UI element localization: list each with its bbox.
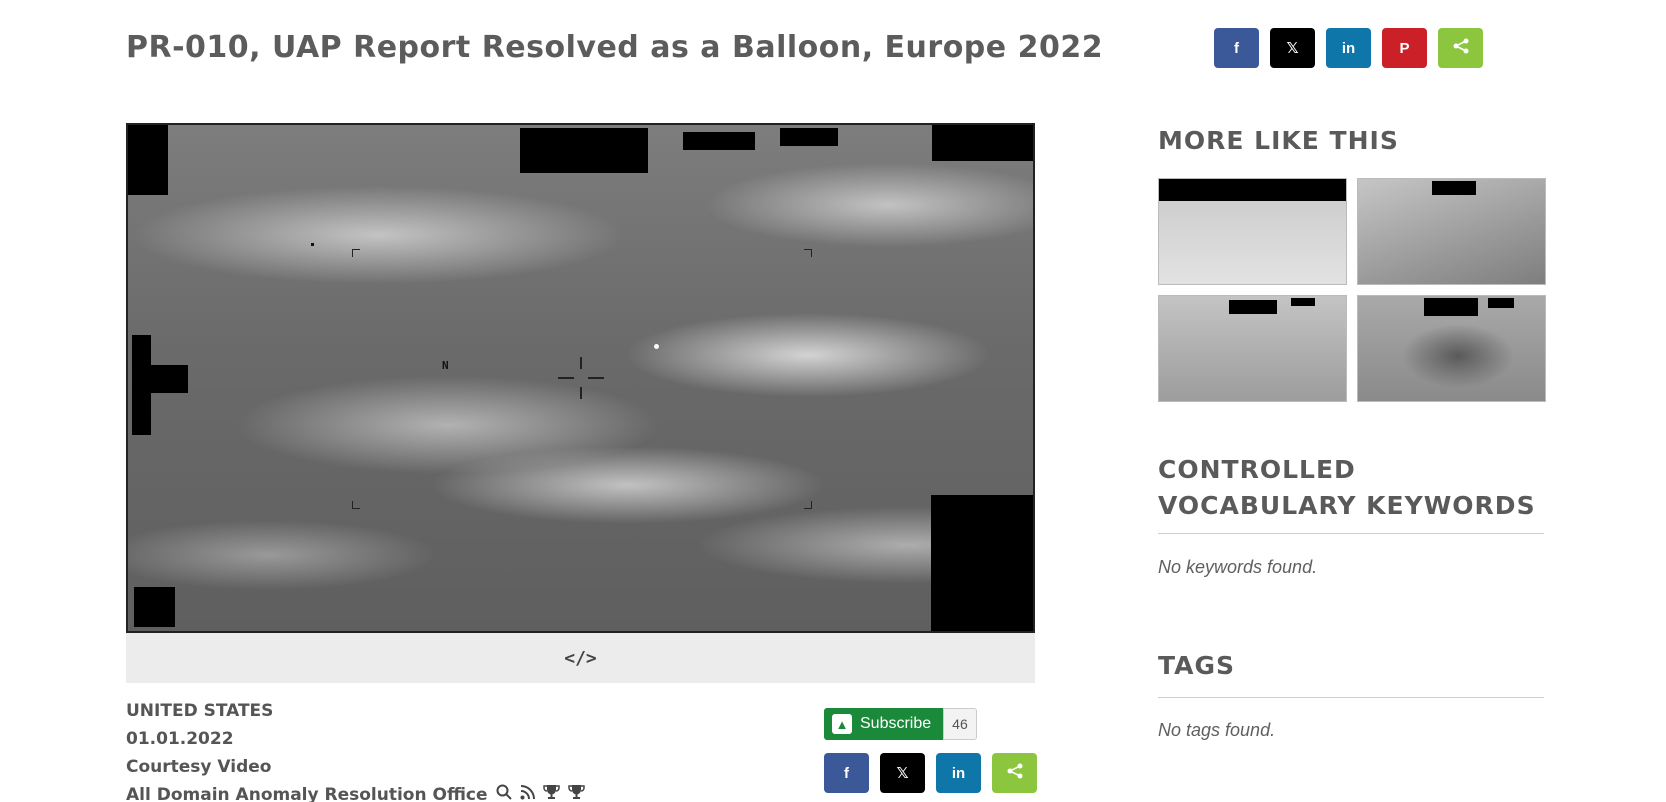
related-video-thumbnail[interactable] xyxy=(1357,295,1546,402)
rss-icon[interactable] xyxy=(520,781,535,802)
redaction-block xyxy=(1291,298,1315,306)
meta-unit-row: All Domain Anomaly Resolution Office xyxy=(126,781,585,802)
meta-unit[interactable]: All Domain Anomaly Resolution Office xyxy=(126,781,488,802)
facebook-icon: f xyxy=(844,764,849,782)
share-bar-top: f 𝕏 in P xyxy=(1214,28,1483,68)
meta-date: 01.01.2022 xyxy=(126,729,234,749)
sensor-speck xyxy=(311,243,314,246)
redaction-block xyxy=(134,587,175,627)
redaction-block xyxy=(148,365,188,393)
share-bar-bottom: f 𝕏 in xyxy=(824,753,1037,793)
redaction-block xyxy=(1159,179,1346,201)
crosshair-icon xyxy=(558,357,604,404)
share-button[interactable] xyxy=(1438,28,1483,68)
video-player[interactable]: N xyxy=(126,123,1035,633)
linkedin-share-button[interactable]: in xyxy=(1326,28,1371,68)
redaction-block xyxy=(1229,300,1277,314)
redaction-block xyxy=(1424,298,1478,316)
linkedin-icon: in xyxy=(1341,39,1356,57)
x-share-button[interactable]: 𝕏 xyxy=(880,753,925,793)
linkedin-icon: in xyxy=(951,764,966,782)
hud-corner xyxy=(804,501,812,509)
subscribe-button[interactable]: ▲ Subscribe xyxy=(824,708,944,740)
page-title: PR-010, UAP Report Resolved as a Balloon… xyxy=(126,30,1104,65)
share-icon xyxy=(1452,37,1470,59)
related-video-thumbnail[interactable] xyxy=(1357,178,1546,285)
hud-corner xyxy=(804,249,812,257)
trophy-icon[interactable] xyxy=(567,781,585,802)
meta-country: UNITED STATES xyxy=(126,701,274,721)
share-button[interactable] xyxy=(992,753,1037,793)
divider xyxy=(1158,533,1544,534)
trophy-icon[interactable] xyxy=(542,781,560,802)
hud-corner xyxy=(352,501,360,509)
pinterest-icon: P xyxy=(1399,39,1410,57)
tags-heading: TAGS xyxy=(1158,651,1235,680)
related-video-thumbnail[interactable] xyxy=(1158,295,1347,402)
facebook-icon: f xyxy=(1234,39,1239,57)
subscriber-count: 46 xyxy=(943,708,977,740)
x-icon: 𝕏 xyxy=(1286,40,1299,57)
redaction-block xyxy=(128,125,168,195)
hud-north-label: N xyxy=(442,359,449,372)
embed-bar: </> xyxy=(126,633,1035,683)
embed-code-icon[interactable]: </> xyxy=(564,648,597,669)
subscribe-widget: ▲ Subscribe 46 xyxy=(824,708,977,740)
controlled-vocabulary-heading: CONTROLLED VOCABULARY KEYWORDS xyxy=(1158,455,1536,520)
subscribe-label: Subscribe xyxy=(860,715,932,732)
search-icon[interactable] xyxy=(496,781,512,802)
related-videos-grid xyxy=(1158,178,1546,402)
divider xyxy=(1158,697,1544,698)
hud-corner xyxy=(352,249,360,257)
redaction-block xyxy=(932,125,1033,161)
redaction-block xyxy=(1488,298,1514,308)
facebook-share-button[interactable]: f xyxy=(1214,28,1259,68)
redaction-block xyxy=(1432,181,1476,195)
bell-icon: ▲ xyxy=(832,714,852,734)
more-like-this-heading: MORE LIKE THIS xyxy=(1158,126,1399,155)
x-icon: 𝕏 xyxy=(896,765,909,782)
video-metadata: UNITED STATES 01.01.2022 Courtesy Video … xyxy=(126,697,585,802)
no-tags-text: No tags found. xyxy=(1158,720,1276,740)
facebook-share-button[interactable]: f xyxy=(824,753,869,793)
redaction-block xyxy=(520,128,648,173)
redaction-block xyxy=(683,132,755,150)
pinterest-share-button[interactable]: P xyxy=(1382,28,1427,68)
related-video-thumbnail[interactable] xyxy=(1158,178,1347,285)
redaction-block xyxy=(780,128,838,146)
meta-type: Courtesy Video xyxy=(126,757,272,777)
x-share-button[interactable]: 𝕏 xyxy=(1270,28,1315,68)
redaction-block xyxy=(931,495,1033,631)
linkedin-share-button[interactable]: in xyxy=(936,753,981,793)
share-icon xyxy=(1006,762,1024,784)
balloon-object xyxy=(654,344,659,349)
no-keywords-text: No keywords found. xyxy=(1158,557,1318,577)
